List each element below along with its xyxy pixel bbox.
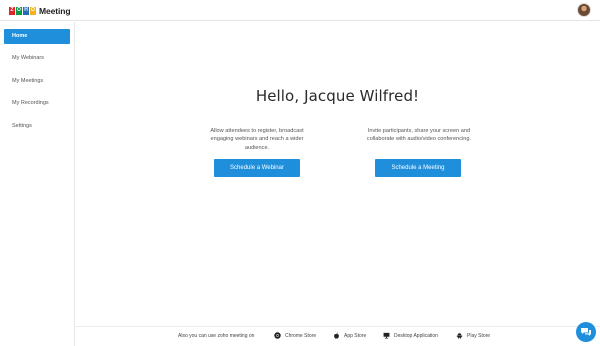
chat-button[interactable]	[576, 322, 596, 342]
sidebar-item-my-webinars[interactable]: My Webinars	[4, 51, 70, 66]
footer-text: Also you can use zoho meeting on	[178, 333, 255, 339]
user-avatar[interactable]	[577, 3, 591, 17]
top-bar: Z O H O Meeting	[0, 0, 600, 21]
desktop-application-label: Desktop Application	[394, 332, 438, 339]
schedule-webinar-button[interactable]: Schedule a Webinar	[214, 159, 300, 177]
logo-letter-o2: O	[30, 6, 36, 15]
chat-icon	[581, 328, 591, 336]
play-store-label: Play Store	[467, 332, 491, 339]
footer: Also you can use zoho meeting on Chrome …	[75, 326, 600, 346]
brand-name: Meeting	[39, 5, 71, 16]
apple-icon	[334, 332, 339, 339]
meeting-description: Invite participants, share your screen a…	[366, 128, 472, 143]
chrome-store-label: Chrome Store	[285, 332, 317, 339]
play-store-link[interactable]: Play Store	[456, 332, 490, 339]
sidebar-item-settings[interactable]: Settings	[4, 119, 70, 134]
sidebar: Home My Webinars My Meetings My Recordin…	[0, 22, 75, 346]
schedule-meeting-button[interactable]: Schedule a Meeting	[375, 159, 461, 177]
logo-letter-h: H	[23, 6, 29, 15]
webinar-description: Allow attendees to register, broadcast e…	[210, 128, 304, 151]
sidebar-item-my-meetings[interactable]: My Meetings	[4, 74, 70, 89]
logo-letter-o: O	[16, 6, 22, 15]
monitor-icon	[383, 332, 390, 339]
sidebar-item-home[interactable]: Home	[4, 29, 70, 44]
greeting-heading: Hello, Jacque Wilfred!	[255, 87, 420, 105]
chrome-store-link[interactable]: Chrome Store	[274, 332, 316, 339]
app-store-link[interactable]: App Store	[333, 332, 366, 339]
android-icon	[456, 333, 463, 339]
sidebar-item-my-recordings[interactable]: My Recordings	[4, 96, 70, 111]
desktop-application-link[interactable]: Desktop Application	[383, 332, 438, 339]
app-store-label: App Store	[344, 332, 367, 339]
chrome-icon	[274, 332, 281, 339]
logo-letter-z: Z	[9, 6, 15, 15]
zoho-meeting-logo[interactable]: Z O H O Meeting	[9, 5, 71, 16]
